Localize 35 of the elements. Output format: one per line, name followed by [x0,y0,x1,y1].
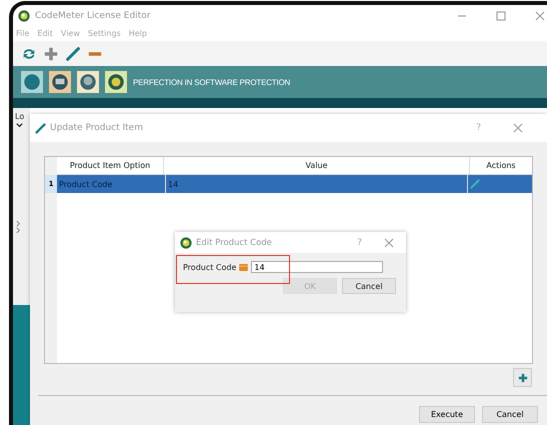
dialog-title: Update Product Item [50,123,143,133]
help-button[interactable]: ? [357,238,362,248]
wrench-icon[interactable] [65,46,81,62]
folder-icon [239,264,248,270]
table-corner [45,157,57,175]
close-icon[interactable] [384,238,394,248]
menu-item[interactable]: File [16,29,30,38]
plus-icon [518,372,528,382]
plus-icon[interactable] [43,46,59,62]
field-label: Product Code [183,262,236,272]
menu-item[interactable]: Settings [88,29,121,38]
maximize-icon[interactable] [496,10,506,20]
chevron-right-icon[interactable] [16,218,21,236]
wrench-icon[interactable] [470,179,480,189]
add-button[interactable] [513,368,532,387]
menu-item[interactable]: Help [128,29,147,38]
chevron-down-icon[interactable] [15,121,24,130]
wrench-icon [35,122,46,134]
dialog-button[interactable]: Cancel [342,278,396,294]
app-logo-icon [180,236,192,248]
menu-item[interactable]: View [60,29,80,38]
menu-item[interactable]: Edit [37,29,53,38]
close-icon[interactable] [535,10,545,20]
window-title: CodeMeter License Editor [35,10,150,20]
table-cell: Product Code [57,175,166,193]
banner-slogan: PERFECTION IN SOFTWARE PROTECTION [133,78,290,86]
dialog-button[interactable]: Cancel [482,406,538,423]
dialog-button[interactable]: Execute [419,406,475,423]
dialog-title: Edit Product Code [196,238,272,248]
panel-label: Lo [14,111,26,121]
table-cell: 14 [166,175,468,193]
help-button[interactable]: ? [476,123,481,133]
product-code-field[interactable]: 14 [251,261,384,273]
close-icon[interactable] [513,123,523,133]
app-logo-icon [18,10,30,22]
